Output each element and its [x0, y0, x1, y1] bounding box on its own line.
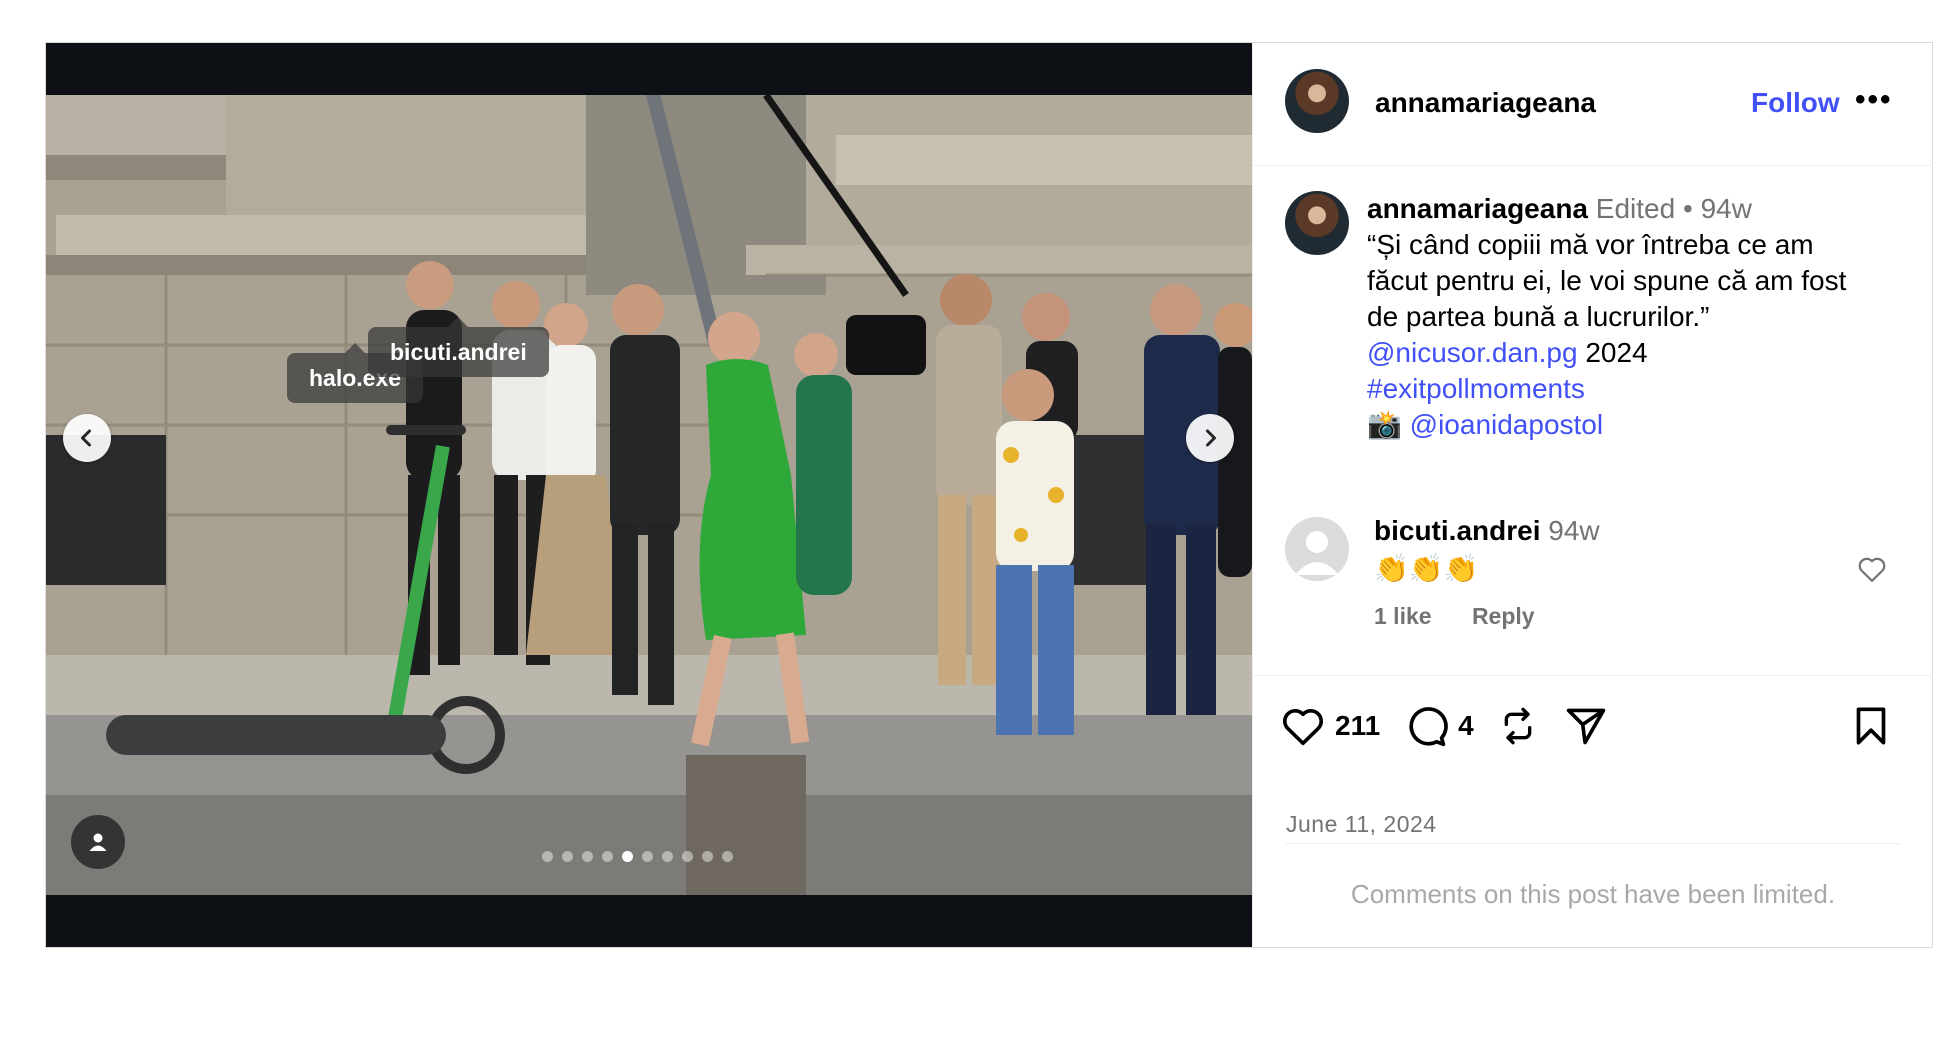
caption-line: făcut pentru ei, le voi spune că am fost: [1367, 265, 1847, 296]
tag-pointer: [345, 343, 366, 353]
bookmark-icon: [1856, 707, 1886, 745]
carousel-indicator: [542, 851, 733, 862]
comments-count[interactable]: 4: [1458, 710, 1474, 742]
repost-icon: [1504, 707, 1532, 745]
heart-icon: [1858, 557, 1886, 582]
chevron-left-icon: [81, 429, 91, 447]
comment-reply-button[interactable]: Reply: [1472, 603, 1535, 629]
carousel-dot: [662, 851, 673, 862]
photo-illustration: [46, 95, 1252, 895]
mention-link[interactable]: @nicusor.dan.pg: [1367, 337, 1578, 368]
carousel-dot: [702, 851, 713, 862]
carousel-dot: [542, 851, 553, 862]
comment-icon: [1409, 707, 1448, 747]
repost-button[interactable]: [1498, 706, 1538, 746]
caption-age[interactable]: 94w: [1701, 193, 1752, 224]
comment-button[interactable]: [1404, 704, 1448, 748]
share-icon: [1566, 708, 1605, 745]
save-button[interactable]: [1853, 706, 1889, 751]
heart-icon: [1283, 709, 1323, 746]
divider: [1285, 843, 1901, 844]
carousel-dot: [642, 851, 653, 862]
person-icon: [89, 833, 107, 851]
chevron-right-icon: [1206, 429, 1216, 447]
carousel-dot: [682, 851, 693, 862]
more-options-icon[interactable]: •••: [1855, 83, 1893, 117]
like-button[interactable]: [1281, 706, 1325, 746]
post-date[interactable]: June 11, 2024: [1286, 811, 1437, 838]
author-avatar[interactable]: [1285, 69, 1349, 133]
author-username[interactable]: annamariageana: [1375, 87, 1596, 119]
comments-limited-notice: Comments on this post have been limited.: [1350, 879, 1836, 909]
comment-age: 94w: [1548, 515, 1600, 546]
follow-button[interactable]: Follow: [1751, 87, 1840, 119]
post-actions: 211 4 June 11, 2024: [1253, 675, 1933, 844]
caption-avatar[interactable]: [1285, 191, 1349, 255]
mention-link[interactable]: @ioanidapostol: [1410, 409, 1603, 440]
previous-image-button[interactable]: [63, 414, 111, 462]
comment-text: 👏👏👏: [1374, 553, 1479, 584]
post-sidebar: annamariageana Follow ••• annamariageana…: [1252, 43, 1933, 947]
post-header: annamariageana Follow •••: [1253, 43, 1933, 166]
post-caption: annamariageana Edited • 94w “Și când cop…: [1367, 191, 1907, 443]
post-media: halo.exe bicuti.andrei: [46, 43, 1252, 947]
carousel-dot: [722, 851, 733, 862]
comment-username[interactable]: bicuti.andrei: [1374, 515, 1540, 546]
carousel-dot: [562, 851, 573, 862]
action-row: 211 4: [1281, 704, 1608, 748]
person-tag-bicuti-andrei[interactable]: bicuti.andrei: [368, 317, 549, 377]
post-card: halo.exe bicuti.andrei annamariageana Fo…: [45, 42, 1933, 948]
like-comment-button[interactable]: [1857, 555, 1887, 588]
camera-emoji: 📸: [1367, 409, 1402, 440]
tag-pointer: [448, 317, 469, 327]
edited-label: Edited: [1595, 193, 1676, 224]
default-avatar-icon: [1295, 531, 1339, 575]
carousel-dot: [602, 851, 613, 862]
caption-line: de partea bună a lucrurilor.”: [1367, 301, 1710, 332]
caption-year: 2024: [1585, 337, 1648, 368]
share-button[interactable]: [1564, 704, 1608, 748]
commenter-avatar[interactable]: [1285, 517, 1349, 581]
show-tags-button[interactable]: [71, 815, 125, 869]
comment-header: bicuti.andrei 94w: [1374, 515, 1600, 547]
meta-separator: •: [1682, 193, 1693, 224]
post-photo[interactable]: halo.exe bicuti.andrei: [46, 95, 1252, 895]
caption-username[interactable]: annamariageana: [1367, 193, 1588, 224]
carousel-dot: [582, 851, 593, 862]
likes-count[interactable]: 211: [1335, 710, 1380, 742]
comment-actions: 1 like Reply: [1374, 603, 1569, 630]
caption-line: “Și când copiii mă vor întreba ce am: [1367, 229, 1814, 260]
carousel-dot-active: [622, 851, 633, 862]
next-image-button[interactable]: [1186, 414, 1234, 462]
comment-likes-link[interactable]: 1 like: [1374, 603, 1432, 629]
person-tag-label: bicuti.andrei: [390, 339, 527, 365]
hashtag-link[interactable]: #exitpollmoments: [1367, 373, 1585, 404]
